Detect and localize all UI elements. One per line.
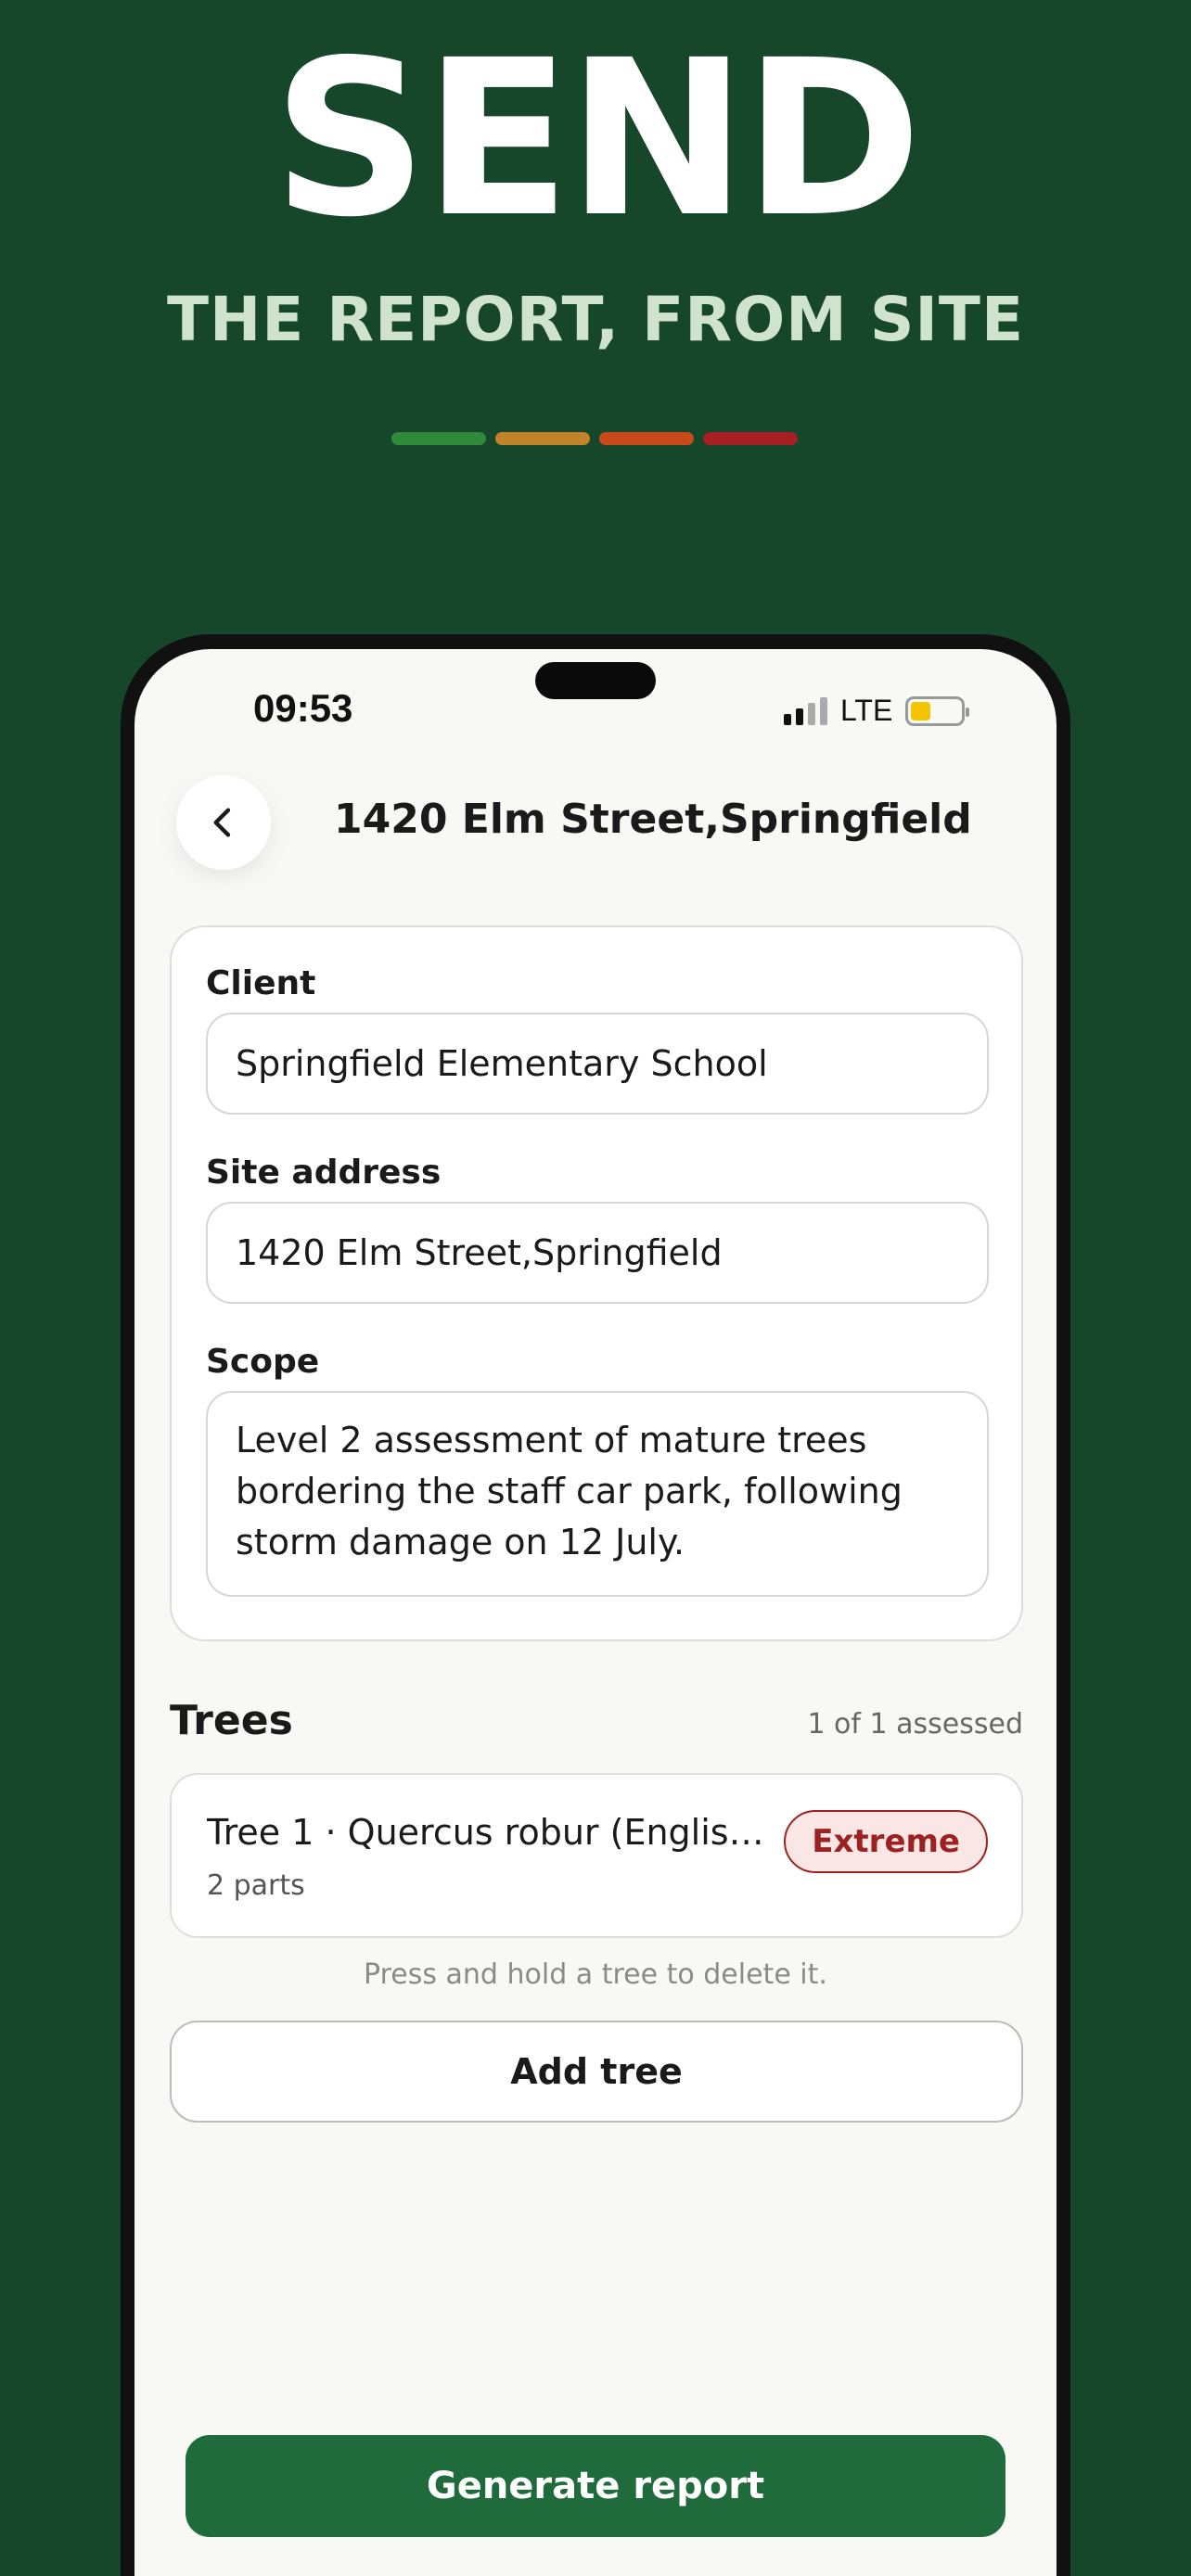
trees-assessed-count: 1 of 1 assessed — [807, 1708, 1023, 1741]
tree-name: Tree 1 · Quercus robur (English oak) — [207, 1812, 773, 1853]
site-address-label: Site address — [206, 1154, 442, 1192]
promo-color-dashes — [391, 432, 798, 445]
scope-textarea[interactable]: Level 2 assessment of mature trees borde… — [206, 1391, 989, 1597]
status-time: 09:53 — [253, 686, 353, 730]
trees-section-title: Trees — [170, 1697, 293, 1744]
phone-screen: 09:53 LTE 1420 Elm Street,Springfield Cl… — [134, 649, 1057, 2576]
site-address-input[interactable]: 1420 Elm Street,Springfield — [206, 1202, 989, 1304]
signal-icon — [784, 696, 827, 725]
promo-headline: SEND — [272, 14, 922, 264]
scope-label: Scope — [206, 1343, 320, 1381]
tree-parts-count: 2 parts — [207, 1869, 305, 1902]
dash-red — [703, 432, 798, 445]
promo-subline: THE REPORT, FROM SITE — [166, 284, 1025, 355]
network-type: LTE — [840, 694, 893, 727]
back-button[interactable] — [176, 775, 271, 870]
site-details-card: Client Springfield Elementary School Sit… — [170, 925, 1023, 1641]
battery-icon — [905, 695, 970, 726]
generate-report-button[interactable]: Generate report — [186, 2435, 1005, 2537]
dynamic-island — [535, 662, 656, 699]
client-label: Client — [206, 964, 316, 1002]
status-indicators: LTE — [784, 694, 970, 728]
risk-badge: Extreme — [784, 1810, 988, 1873]
client-input[interactable]: Springfield Elementary School — [206, 1013, 989, 1115]
dash-amber — [495, 432, 590, 445]
add-tree-button[interactable]: Add tree — [170, 2021, 1023, 2123]
dash-orange — [599, 432, 694, 445]
dash-green — [391, 432, 486, 445]
page-title: 1420 Elm Street,Springfield — [334, 796, 972, 843]
delete-hint: Press and hold a tree to delete it. — [364, 1958, 827, 1991]
battery-level — [911, 701, 931, 721]
chevron-left-icon — [213, 808, 231, 837]
tree-list-item[interactable]: Tree 1 · Quercus robur (English oak) 2 p… — [170, 1773, 1023, 1938]
